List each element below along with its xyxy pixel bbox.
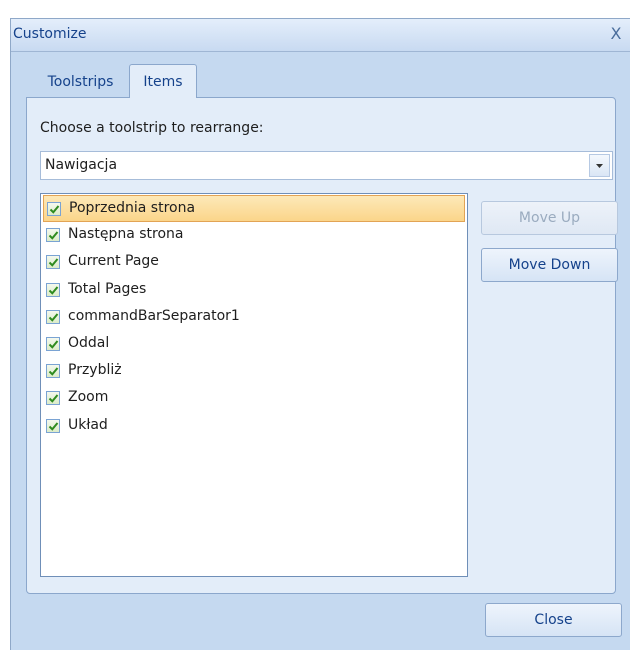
item-checkbox[interactable] xyxy=(46,282,60,297)
item-checkbox[interactable] xyxy=(47,202,61,216)
move-down-button[interactable]: Move Down xyxy=(481,248,618,282)
checkmark-icon xyxy=(48,285,59,295)
checkmark-icon xyxy=(48,231,59,240)
toolstrip-select-value: Nawigacja xyxy=(45,157,118,173)
checkmark-icon xyxy=(48,394,59,404)
list-item[interactable]: Przybliż xyxy=(43,358,465,385)
checkmark-icon xyxy=(48,258,59,268)
move-up-button[interactable]: Move Up xyxy=(481,201,618,235)
list-item[interactable]: Zoom xyxy=(43,385,465,412)
toolstrip-select[interactable]: Nawigacja xyxy=(40,151,613,180)
tab-toolstrips-label: Toolstrips xyxy=(47,74,114,90)
checkmark-icon xyxy=(48,421,59,431)
close-icon[interactable]: X xyxy=(606,23,626,45)
list-item[interactable]: Poprzednia strona xyxy=(43,195,465,222)
item-checkbox[interactable] xyxy=(46,364,60,379)
list-item-label: Zoom xyxy=(68,389,109,406)
checkmark-icon xyxy=(48,313,59,322)
item-checkbox[interactable] xyxy=(46,309,60,324)
list-item-label: Poprzednia strona xyxy=(69,200,196,216)
list-item-label: Następna strona xyxy=(68,226,184,243)
list-item-label: Oddal xyxy=(68,335,110,351)
list-item[interactable]: Następna strona xyxy=(43,222,465,249)
toolstrip-items-list[interactable]: Poprzednia strona Następna strona Current … xyxy=(40,193,468,577)
tab-toolstrips[interactable]: Toolstrips xyxy=(35,68,126,98)
tab-items[interactable]: Items xyxy=(129,64,197,98)
customize-dialog: Customize X Toolstrips Items Choose a to… xyxy=(10,18,630,650)
list-item[interactable]: commandBarSeparator1 xyxy=(43,304,465,331)
item-checkbox[interactable] xyxy=(46,418,60,433)
list-item-label: Current Page xyxy=(68,253,159,270)
close-button[interactable]: Close xyxy=(485,603,622,637)
chevron-down-icon xyxy=(596,163,603,168)
window-title: Customize xyxy=(13,26,87,42)
dropdown-button[interactable] xyxy=(589,154,610,177)
checkmark-icon xyxy=(49,205,60,214)
list-item-label: Przybliż xyxy=(68,362,122,379)
choose-toolstrip-label: Choose a toolstrip to rearrange: xyxy=(40,120,264,136)
checkmark-icon xyxy=(48,340,59,349)
list-item[interactable]: Układ xyxy=(43,413,465,440)
list-item[interactable]: Total Pages xyxy=(43,277,465,304)
list-item-label: Układ xyxy=(68,416,108,433)
item-checkbox[interactable] xyxy=(46,391,60,406)
list-item-label: commandBarSeparator1 xyxy=(68,307,240,324)
list-item[interactable]: Current Page xyxy=(43,249,465,276)
list-item-label: Total Pages xyxy=(68,280,147,297)
item-checkbox[interactable] xyxy=(46,337,60,351)
title-bar: Customize X xyxy=(11,19,630,52)
item-checkbox[interactable] xyxy=(46,228,60,243)
items-tab-panel: Choose a toolstrip to rearrange: Nawigac… xyxy=(26,97,618,594)
checkmark-icon xyxy=(48,367,59,376)
item-checkbox[interactable] xyxy=(46,255,60,270)
tab-items-label: Items xyxy=(143,74,183,90)
list-item[interactable]: Oddal xyxy=(43,331,465,358)
